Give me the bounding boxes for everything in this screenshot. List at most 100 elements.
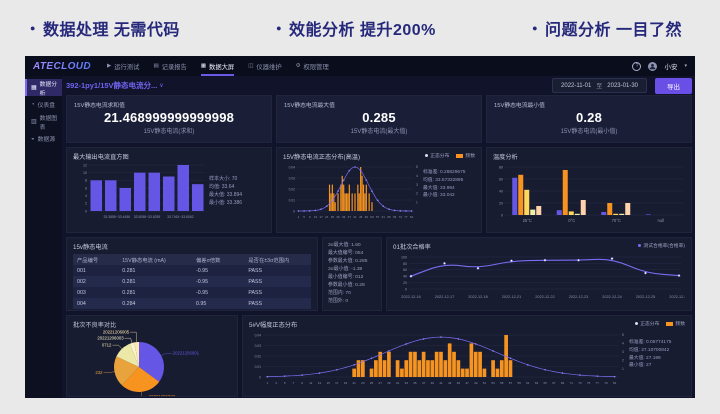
legend-label: 正态分布 [430,152,449,159]
svg-text:55: 55 [500,381,504,385]
svg-text:0.03: 0.03 [255,344,262,348]
tab-label: 权限管理 [304,62,329,71]
chart-legend: 正态分布 频数 [425,152,475,159]
bullet-icon: ● [276,24,282,33]
svg-text:2022-12-21: 2022-12-21 [502,295,521,299]
svg-text:4: 4 [622,342,624,346]
svg-text:31: 31 [396,381,400,385]
svg-text:25: 25 [331,215,335,219]
tab-记录报告[interactable]: ▤记录报告 [153,56,186,76]
table-header-cell: 15V静态电流 (mA) [118,256,192,264]
sidebar-item-仪表盘[interactable]: ◔仪表盘 [25,96,62,113]
chart-legend: 测试合格率(合格率) [638,242,685,249]
help-icon[interactable]: ? [632,62,641,71]
svg-text:7: 7 [293,381,295,385]
table-cell: PASS [244,268,311,274]
table-row: 0010.281-0.95PASS [73,265,311,276]
svg-text:2022-12-26: 2022-12-26 [669,295,685,299]
tab-数据大屏[interactable]: ▦数据大屏 [201,56,234,76]
stat-card-title: 15V静态电流求和值 [74,100,264,109]
table-cell: 004 [73,301,118,307]
title-caret-icon[interactable]: ∨ [159,82,163,89]
svg-text:29: 29 [336,215,340,219]
svg-text:0.02: 0.02 [255,354,262,358]
stat-line: 参数最大值: 0.285 [328,258,376,266]
stat-line: 参数最小值: 0.28 [328,282,376,290]
date-start[interactable]: 2022-11-01 [561,83,591,89]
svg-text:77: 77 [596,381,600,385]
svg-text:47: 47 [465,381,469,385]
username-label[interactable]: 小安 [664,61,677,71]
panel-normal-high-temp: 15V静态电流正态分布(高温) 正态分布 频数 00.010.020.030.0… [276,147,482,233]
svg-text:33.5058~33.6259: 33.5058~33.6259 [134,215,161,219]
histogram-stats: 样本大小: 70均值: 33.64最大值: 33.894最小值: 33.386 [209,161,265,207]
stat-line: 最小值: 33.386 [209,199,265,207]
svg-text:2022-12-22: 2022-12-22 [535,295,554,299]
panel-normal-batch: 5#V幅度正态分布 正态分布 频数 00.010.020.030.0412345… [242,315,692,397]
svg-text:11: 11 [309,381,312,385]
svg-text:6: 6 [85,186,87,190]
feature-banner: ●数据处理 无需代码●效能分析 提升200%●问题分析 一目了然 [0,0,720,56]
svg-text:1: 1 [622,367,624,371]
export-button[interactable]: 导出 [655,78,692,94]
svg-text:35: 35 [413,381,417,385]
svg-text:0: 0 [259,375,261,379]
chart-title: 15V静态电流正态分布(高温) [283,152,360,161]
svg-text:15: 15 [326,381,330,385]
date-range-picker[interactable]: 2022-11-01 至 2023-01-30 [552,78,647,93]
svg-text:0.04: 0.04 [289,165,296,169]
svg-text:0°C: 0°C [568,218,575,223]
user-avatar[interactable] [648,62,657,71]
svg-text:null: null [657,218,664,223]
svg-text:37: 37 [348,215,352,219]
banner-text: 效能分析 提升200% [289,16,436,40]
date-end[interactable]: 2023-01-30 [607,83,638,89]
svg-text:59: 59 [517,381,521,385]
legend-label: 频数 [465,152,475,159]
sidebar-item-数据图表[interactable]: ▥数据图表 [25,113,62,130]
stat-line: 范围外: 0 [328,298,376,306]
sidebar-icon: ▦ [31,84,37,91]
svg-text:25°C: 25°C [523,218,532,223]
legend-label: 频数 [675,320,685,327]
tab-权限管理[interactable]: ⚙权限管理 [296,56,329,76]
normal-dist-dot-icon [635,322,638,325]
sidebar-label: 数据图表 [40,113,62,131]
svg-text:2022-12-25: 2022-12-25 [636,295,655,299]
panel-current-table: 15v静态电流 产品编号15V静态电流 (mA)偏差σ倍数是否在±3σ范围内00… [66,237,318,311]
svg-text:9: 9 [301,381,303,385]
histogram-chart: 02468101233.3855~33.445633.5058~33.62593… [73,161,209,225]
svg-text:5: 5 [416,165,418,169]
sidebar-item-数据源[interactable]: ◒数据源 [25,130,62,147]
sidebar-item-数据分析[interactable]: ▦数据分析 [25,79,62,96]
svg-text:2022-12-24: 2022-12-24 [602,295,621,299]
svg-text:43: 43 [448,381,452,385]
svg-text:4: 4 [416,174,418,178]
table-header-row: 产品编号15V静态电流 (mA)偏差σ倍数是否在±3σ范围内 [73,254,311,265]
normal-dist-chart: 00.010.020.030.0412345159131721252933374… [283,161,423,223]
bullet-icon: ● [30,24,36,33]
svg-text:53: 53 [491,381,495,385]
defect-pie-chart: 2022120600120221206002232071220221206003… [73,329,233,397]
sidebar-icon: ▥ [31,118,37,125]
svg-text:3: 3 [416,183,418,187]
svg-text:33: 33 [342,215,346,219]
svg-text:2: 2 [416,192,418,196]
svg-text:2: 2 [622,358,624,362]
svg-text:65: 65 [544,381,548,385]
table-cell: 001 [73,268,118,274]
banner-item: ●问题分析 一目了然 [532,16,682,40]
svg-text:77: 77 [404,215,408,219]
sidebar: ▦数据分析◔仪表盘▥数据图表◒数据源 [25,76,62,398]
sidebar-label: 数据源 [38,134,55,143]
svg-text:23: 23 [361,381,365,385]
svg-text:33.3855~33.4456: 33.3855~33.4456 [104,215,131,219]
tab-运行测试[interactable]: ▶运行测试 [107,56,139,76]
user-caret-icon[interactable]: ▾ [684,63,687,69]
svg-text:0.03: 0.03 [289,176,296,180]
svg-text:2: 2 [85,202,87,206]
stat-line: 均值: 27.10700842 [629,347,683,355]
svg-text:75: 75 [587,381,591,385]
tab-仪器维护[interactable]: ◫仪器维护 [248,56,281,76]
svg-text:0.01: 0.01 [289,198,296,202]
